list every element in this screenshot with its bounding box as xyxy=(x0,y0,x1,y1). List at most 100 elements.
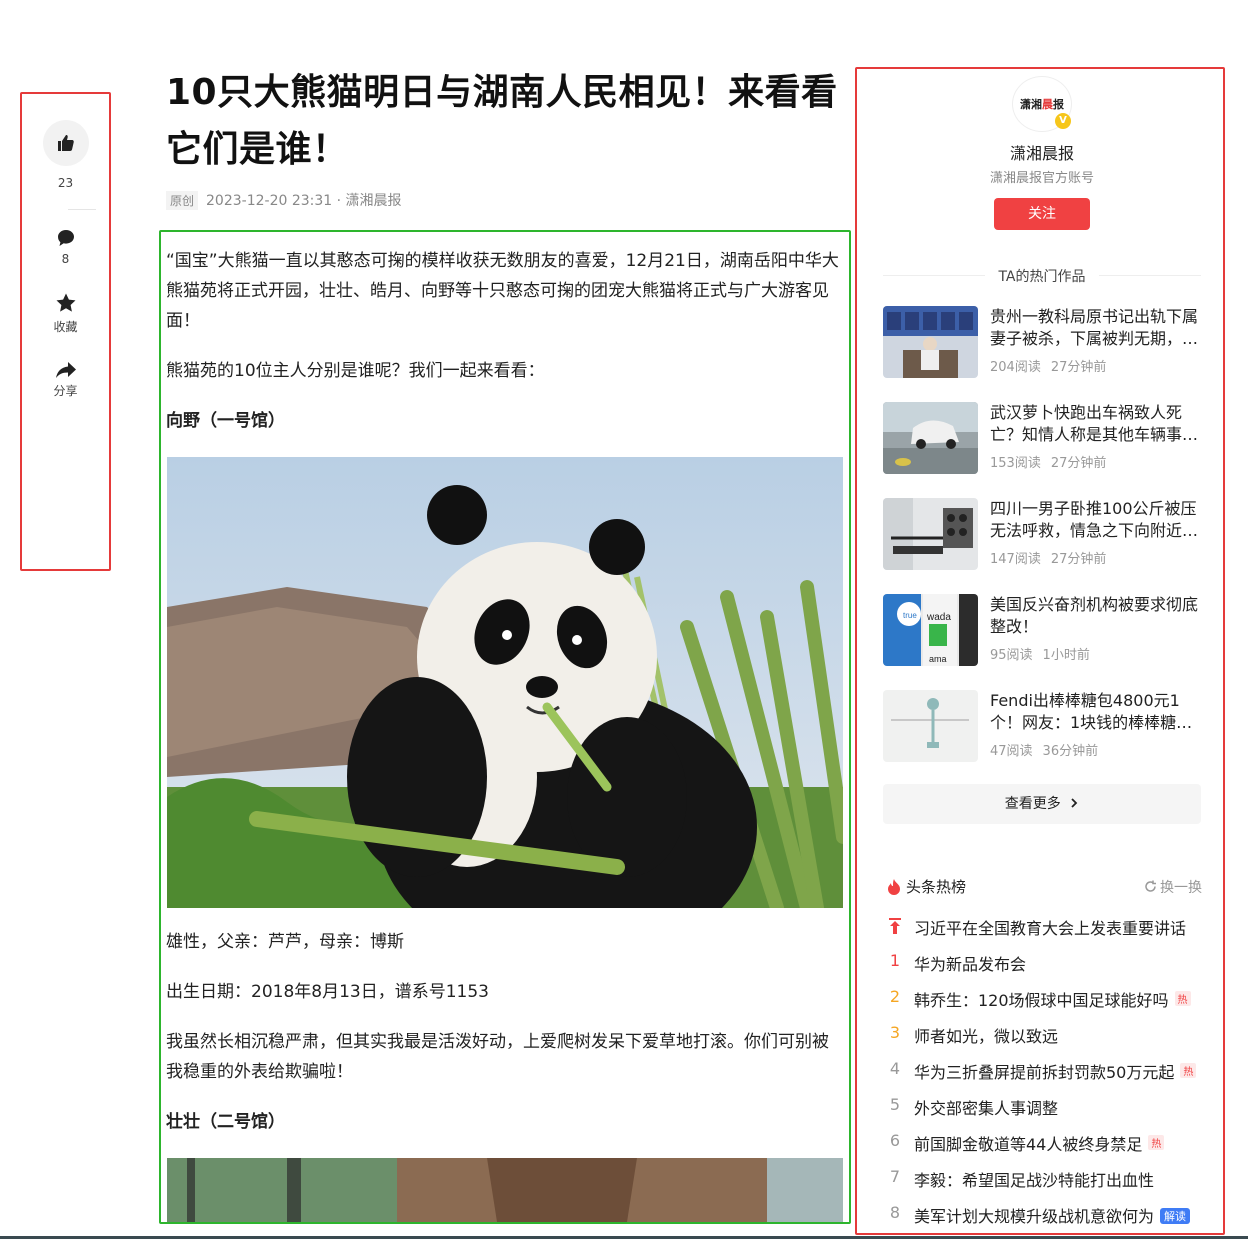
trending-text: 美军计划大规模升级战机意欲何为 xyxy=(914,1207,1155,1226)
refresh-label: 换一换 xyxy=(1160,880,1202,896)
hot-work-meta: 95阅读 1小时前 xyxy=(990,644,1100,663)
hot-work-title: 贵州一教科局原书记出轨下属妻子被杀，下属被判无期，… xyxy=(990,307,1199,348)
hot-badge: 热 xyxy=(1148,1135,1165,1150)
paragraph-intro: “国宝”大熊猫一直以其憨态可掬的模样收获无数朋友的喜爱，12月21日，湖南岳阳中… xyxy=(166,251,839,331)
trending-item[interactable]: 习近平在全国教育大会上发表重要讲话 xyxy=(884,915,1202,941)
follow-button[interactable]: 关注 xyxy=(994,198,1090,230)
trending-item[interactable]: 8 美军计划大规模升级战机意欲何为 解读 xyxy=(884,1203,1202,1229)
hot-works-heading: TA的热门作品 xyxy=(883,266,1201,286)
author-description: 潇湘晨报官方账号 xyxy=(989,171,1094,186)
share-icon xyxy=(55,362,76,378)
thumb-text-wada: wada xyxy=(926,612,951,623)
trending-item[interactable]: 3 师者如光，微以致远 xyxy=(884,1023,1202,1049)
trending-text-wrap: 前国脚金敬道等44人被终身禁足热 xyxy=(914,1131,1165,1155)
hot-work-item[interactable]: 贵州一教科局原书记出轨下属妻子被杀，下属被判无期，… 204阅读 27分钟前 xyxy=(883,306,1201,378)
author-name[interactable]: 潇湘晨报 xyxy=(984,140,1100,164)
panda-photo-zhuangzhuang xyxy=(167,1158,843,1222)
hot-work-time: 27分钟前 xyxy=(1050,552,1107,567)
panda-photo-xiangye xyxy=(167,457,843,908)
paragraph-parents: 雄性，父亲：芦芦，母亲：博斯 xyxy=(166,932,404,952)
trending-text: 韩乔生：120场假球中国足球能好吗 xyxy=(914,991,1169,1010)
logo-text-a: 潇湘 xyxy=(1020,98,1042,111)
hot-badge: 热 xyxy=(1174,991,1191,1006)
paragraph-lead: 熊猫苑的10位主人分别是谁呢？我们一起来看看： xyxy=(166,361,545,381)
refresh-button[interactable]: 换一换 xyxy=(1144,877,1202,897)
trending-text: 华为新品发布会 xyxy=(914,955,1027,974)
trending-text-wrap: 华为三折叠屏提前拆封罚款50万元起热 xyxy=(914,1059,1197,1083)
refresh-icon xyxy=(1145,880,1156,892)
chevron-right-icon xyxy=(1071,798,1078,808)
trending-item[interactable]: 4 华为三折叠屏提前拆封罚款50万元起热 xyxy=(884,1059,1202,1085)
trending-text: 华为三折叠屏提前拆封罚款50万元起 xyxy=(914,1063,1175,1082)
paragraph-personality: 我虽然长相沉稳严肃，但其实我最是活泼好动，上爱爬树发呆下爱草地打滚。你们可别被我… xyxy=(166,1032,829,1082)
hot-work-reads: 204阅读 xyxy=(990,360,1041,375)
trending-rank: 7 xyxy=(889,1167,901,1186)
like-count: 23 xyxy=(57,176,74,190)
subheading-xiangye: 向野（一号馆） xyxy=(166,411,285,431)
hot-work-reads: 153阅读 xyxy=(990,456,1041,471)
share-button[interactable]: 分享 xyxy=(20,360,111,399)
hot-work-thumbnail xyxy=(883,498,978,570)
trending-item[interactable]: 2 韩乔生：120场假球中国足球能好吗热 xyxy=(884,987,1202,1013)
trending-rank: 1 xyxy=(889,951,901,970)
hot-work-time: 27分钟前 xyxy=(1050,456,1107,471)
paragraph-birth: 出生日期：2018年8月13日，谱系号1153 xyxy=(166,982,489,1002)
comment-button[interactable]: 8 xyxy=(20,228,111,266)
trending-rank: 2 xyxy=(889,987,901,1006)
favorite-label: 收藏 xyxy=(53,320,78,334)
hot-work-meta: 147阅读 27分钟前 xyxy=(990,548,1116,567)
thumbs-up-icon xyxy=(57,135,74,151)
trending-text-wrap: 美军计划大规模升级战机意欲何为 解读 xyxy=(914,1203,1191,1227)
action-bar: 23 8 收藏 分享 xyxy=(20,92,111,571)
hot-work-time: 36分钟前 xyxy=(1042,744,1099,759)
view-more-button[interactable]: 查看更多 xyxy=(883,784,1201,824)
hot-work-meta: 153阅读 27分钟前 xyxy=(990,452,1116,471)
favorite-button[interactable]: 收藏 xyxy=(20,292,111,335)
pin-top-icon xyxy=(884,915,906,939)
hot-work-meta: 47阅读 36分钟前 xyxy=(990,740,1108,759)
hot-work-thumbnail xyxy=(883,402,978,474)
hot-work-title: 四川一男子卧推100公斤被压无法呼救，情急之下向附近… xyxy=(990,499,1199,540)
thumb-text-true: true xyxy=(903,611,917,620)
trending-text-wrap: 韩乔生：120场假球中国足球能好吗热 xyxy=(914,987,1191,1011)
hot-work-reads: 147阅读 xyxy=(990,552,1041,567)
hot-work-reads: 47阅读 xyxy=(990,744,1033,759)
like-button[interactable]: 23 xyxy=(20,120,111,190)
trending-item[interactable]: 1 华为新品发布会 xyxy=(884,951,1202,977)
trending-title: 头条热榜 xyxy=(906,878,967,896)
hot-work-item[interactable]: 四川一男子卧推100公斤被压无法呼救，情急之下向附近… 147阅读 27分钟前 xyxy=(883,498,1201,570)
hot-badge: 热 xyxy=(1180,1063,1197,1078)
hot-work-item[interactable]: true wada ama 美国反兴奋剂机构被要求彻底整改！ 95阅读 1小时前 xyxy=(883,594,1201,666)
logo-text-b: 晨 xyxy=(1042,98,1053,111)
trending-item[interactable]: 6 前国脚金敬道等44人被终身禁足热 xyxy=(884,1131,1202,1157)
trending-rank: 6 xyxy=(889,1131,901,1150)
hot-work-meta: 204阅读 27分钟前 xyxy=(990,356,1116,375)
hot-work-time: 27分钟前 xyxy=(1050,360,1107,375)
trending-rank: 8 xyxy=(889,1203,901,1222)
article-title: 10只大熊猫明日与湖南人民相见！来看看它们是谁！ xyxy=(166,72,838,170)
hot-work-reads: 95阅读 xyxy=(990,648,1033,663)
share-label: 分享 xyxy=(53,384,78,398)
trending-text: 外交部密集人事调整 xyxy=(914,1099,1059,1118)
fire-icon xyxy=(888,879,900,895)
comment-icon xyxy=(57,230,74,246)
trending-item[interactable]: 5 外交部密集人事调整 xyxy=(884,1095,1202,1121)
logo-text-c: 报 xyxy=(1053,98,1064,111)
trending-text: 前国脚金敬道等44人被终身禁足 xyxy=(914,1135,1143,1154)
subheading-zhuangzhuang: 壮壮（二号馆） xyxy=(166,1112,285,1132)
hot-work-thumbnail xyxy=(883,306,978,378)
verified-badge: V xyxy=(1055,113,1071,129)
article-meta: 原创 2023-12-20 23:31 · 潇湘晨报 xyxy=(166,190,402,210)
thumb-text-ama: ama xyxy=(929,654,947,664)
star-icon xyxy=(56,293,75,312)
original-tag: 原创 xyxy=(166,190,199,210)
trending-item[interactable]: 7 李毅：希望国足战沙特能打出血性 xyxy=(884,1167,1202,1193)
trending-header: 头条热榜 换一换 xyxy=(884,876,1202,898)
article-date-source: 2023-12-20 23:31 · 潇湘晨报 xyxy=(206,193,402,209)
like-circle xyxy=(42,120,89,166)
trending-text: 习近平在全国教育大会上发表重要讲话 xyxy=(914,919,1187,938)
action-divider xyxy=(68,209,96,210)
hot-work-item[interactable]: 武汉萝卜快跑出车祸致人死亡？知情人称是其他车辆事… 153阅读 27分钟前 xyxy=(883,402,1201,474)
trending-rank: 4 xyxy=(889,1059,901,1078)
hot-work-item[interactable]: Fendi出棒棒糖包4800元1个！网友：1块钱的棒棒糖… 47阅读 36分钟前 xyxy=(883,690,1201,762)
